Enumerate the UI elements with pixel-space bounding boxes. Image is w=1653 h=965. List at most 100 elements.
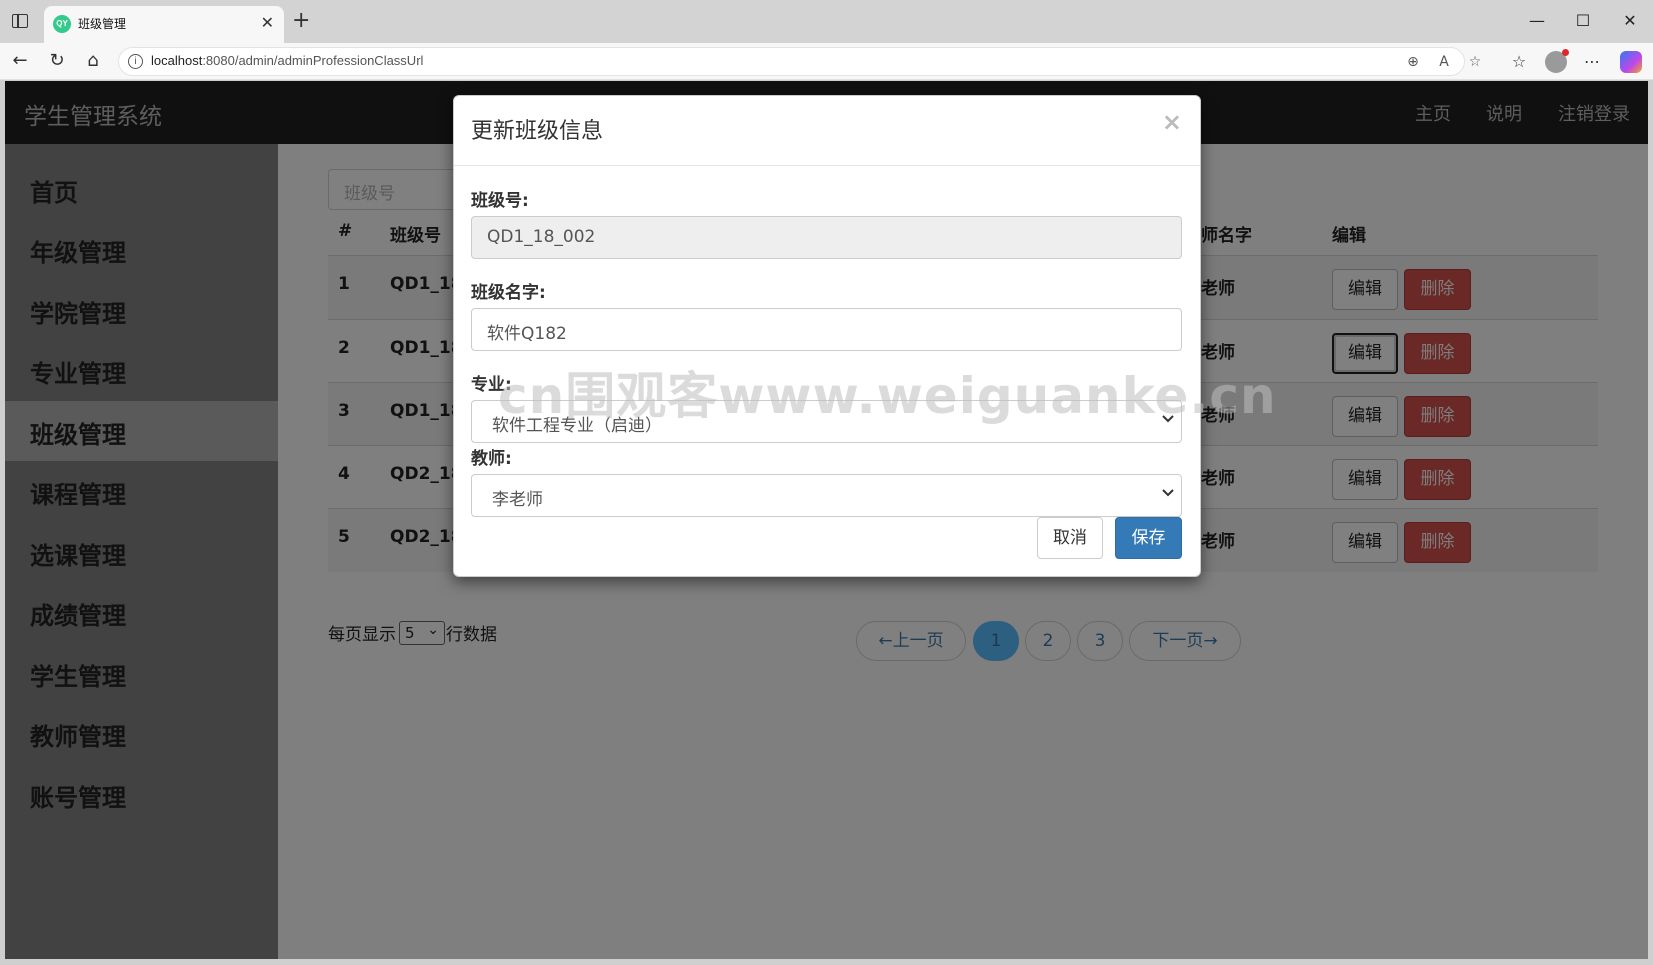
read-aloud-icon[interactable]: A	[1434, 52, 1454, 72]
address-bar[interactable]: i localhost:8080/admin/adminProfessionCl…	[118, 47, 1481, 76]
delete-button[interactable]: 删除	[1404, 396, 1471, 437]
table-header-edit: 编辑	[1332, 226, 1366, 246]
back-icon[interactable]: ←	[8, 49, 32, 73]
modal-close-icon[interactable]: ×	[1162, 108, 1182, 136]
modal-header-divider	[454, 165, 1200, 166]
sidebar-item-course[interactable]: 课程管理	[5, 461, 278, 521]
edit-button[interactable]: 编辑	[1332, 459, 1398, 500]
favorite-star-icon[interactable]: ☆	[1465, 52, 1485, 72]
save-button[interactable]: 保存	[1115, 517, 1182, 559]
page-size-select[interactable]: 5	[399, 619, 445, 645]
browser-titlebar: QY 班级管理 ✕ + — ☐ ✕	[0, 0, 1653, 43]
table-header-index: #	[338, 221, 353, 241]
sidebar-item-label: 选课管理	[30, 542, 126, 570]
table-header-class-no: 班级号	[390, 226, 441, 246]
copilot-icon[interactable]	[1620, 51, 1642, 73]
watermark-text: cn围观客www.weiguanke.cn	[498, 367, 1277, 425]
teacher-value: 李老师	[492, 490, 543, 510]
new-tab-icon[interactable]: +	[292, 8, 310, 34]
class-no-field: QD1_18_002	[471, 216, 1182, 259]
sidebar-item-label: 教师管理	[30, 723, 126, 751]
cell-class-no: QD1_18	[390, 401, 463, 421]
sidebar-item-label: 账号管理	[30, 784, 126, 812]
edit-button[interactable]: 编辑	[1332, 522, 1398, 563]
sidebar-item-label: 学生管理	[30, 663, 126, 691]
sidebar-item-college[interactable]: 学院管理	[5, 280, 278, 340]
sidebar-item-account[interactable]: 账号管理	[5, 764, 278, 824]
window-close-icon[interactable]: ✕	[1618, 9, 1642, 33]
brand-title[interactable]: 学生管理系统	[24, 97, 162, 131]
class-name-label: 班级名字:	[471, 283, 546, 303]
cell-teacher: 老师	[1201, 469, 1235, 489]
nav-link-home[interactable]: 主页	[1415, 100, 1451, 126]
browser-tab[interactable]: QY 班级管理 ✕	[44, 6, 284, 43]
sidebar-item-student[interactable]: 学生管理	[5, 643, 278, 703]
page-size-prefix: 每页显示	[328, 625, 396, 645]
tab-title: 班级管理	[78, 17, 127, 31]
cell-index: 4	[338, 464, 350, 484]
cell-teacher: 老师	[1201, 279, 1235, 299]
pager-next-button[interactable]: 下一页→	[1129, 621, 1241, 661]
sidebar-item-class[interactable]: 班级管理	[5, 401, 278, 461]
update-class-modal: 更新班级信息 × 班级号: QD1_18_002 班级名字: 软件Q182 专业…	[453, 95, 1201, 577]
chevron-down-icon	[1162, 489, 1174, 497]
sidebar-item-label: 成绩管理	[30, 602, 126, 630]
cell-class-no: QD1_18	[390, 338, 463, 358]
sidebar-item-grade[interactable]: 年级管理	[5, 219, 278, 279]
sidebar-item-label: 学院管理	[30, 300, 126, 328]
sidebar-item-label: 班级管理	[30, 421, 126, 449]
site-info-icon[interactable]: i	[128, 54, 143, 69]
delete-button[interactable]: 删除	[1404, 459, 1471, 500]
modal-title: 更新班级信息	[471, 119, 604, 144]
cancel-button[interactable]: 取消	[1037, 517, 1103, 559]
edit-button[interactable]: 编辑	[1332, 269, 1398, 310]
class-name-value: 软件Q182	[487, 324, 567, 344]
edit-button[interactable]: 编辑	[1332, 396, 1398, 437]
zoom-icon[interactable]: ⊕	[1403, 52, 1423, 72]
delete-button[interactable]: 删除	[1404, 522, 1471, 563]
cell-index: 5	[338, 527, 350, 547]
pager-page-3[interactable]: 3	[1077, 621, 1123, 661]
url-path: :8080/admin/adminProfessionClassUrl	[202, 53, 424, 68]
nav-link-logout[interactable]: 注销登录	[1558, 100, 1630, 126]
delete-button[interactable]: 删除	[1404, 269, 1471, 310]
teacher-select[interactable]: 李老师	[471, 474, 1182, 517]
page-size-suffix: 行数据	[446, 625, 497, 645]
sidebar-item-enrollment[interactable]: 选课管理	[5, 522, 278, 582]
class-no-label: 班级号:	[471, 191, 529, 211]
table-header-teacher: 师名字	[1201, 226, 1252, 246]
more-icon[interactable]: ⋯	[1581, 51, 1603, 73]
cell-index: 3	[338, 401, 350, 421]
nav-link-help[interactable]: 说明	[1486, 100, 1522, 126]
pager-page-1[interactable]: 1	[973, 621, 1019, 661]
cell-class-no: QD1_18	[390, 274, 463, 294]
favorites-icon[interactable]: ☆	[1508, 51, 1530, 73]
maximize-icon[interactable]: ☐	[1571, 9, 1595, 33]
cell-index: 2	[338, 338, 350, 358]
search-placeholder: 班级号	[344, 184, 395, 204]
pager-page-2[interactable]: 2	[1025, 621, 1071, 661]
delete-button[interactable]: 删除	[1404, 333, 1471, 374]
sidebar-item-home[interactable]: 首页	[5, 159, 278, 219]
sidebar-item-teacher[interactable]: 教师管理	[5, 703, 278, 763]
browser-toolbar: ← ↻ ⌂ i localhost:8080/admin/adminProfes…	[0, 43, 1653, 80]
teacher-label: 教师:	[471, 449, 512, 469]
sidebar-toggle-icon[interactable]	[12, 14, 28, 28]
sidebar-item-score[interactable]: 成绩管理	[5, 582, 278, 642]
sidebar-item-label: 专业管理	[30, 360, 126, 388]
favicon-icon: QY	[53, 15, 71, 33]
edit-button[interactable]: 编辑	[1332, 333, 1398, 374]
cell-index: 1	[338, 274, 350, 294]
home-icon[interactable]: ⌂	[81, 49, 105, 73]
cell-teacher: 老师	[1201, 532, 1235, 552]
minimize-icon[interactable]: —	[1525, 9, 1549, 33]
class-no-value: QD1_18_002	[487, 227, 596, 247]
sidebar-item-major[interactable]: 专业管理	[5, 340, 278, 400]
class-name-input[interactable]: 软件Q182	[471, 308, 1182, 351]
tab-close-icon[interactable]: ✕	[261, 13, 274, 32]
url-text: localhost:8080/admin/adminProfessionClas…	[151, 53, 423, 68]
cell-class-no: QD2_18	[390, 527, 463, 547]
reload-icon[interactable]: ↻	[45, 49, 69, 73]
pager-prev-button[interactable]: ←上一页	[856, 621, 966, 661]
cell-class-no: QD2_18	[390, 464, 463, 484]
